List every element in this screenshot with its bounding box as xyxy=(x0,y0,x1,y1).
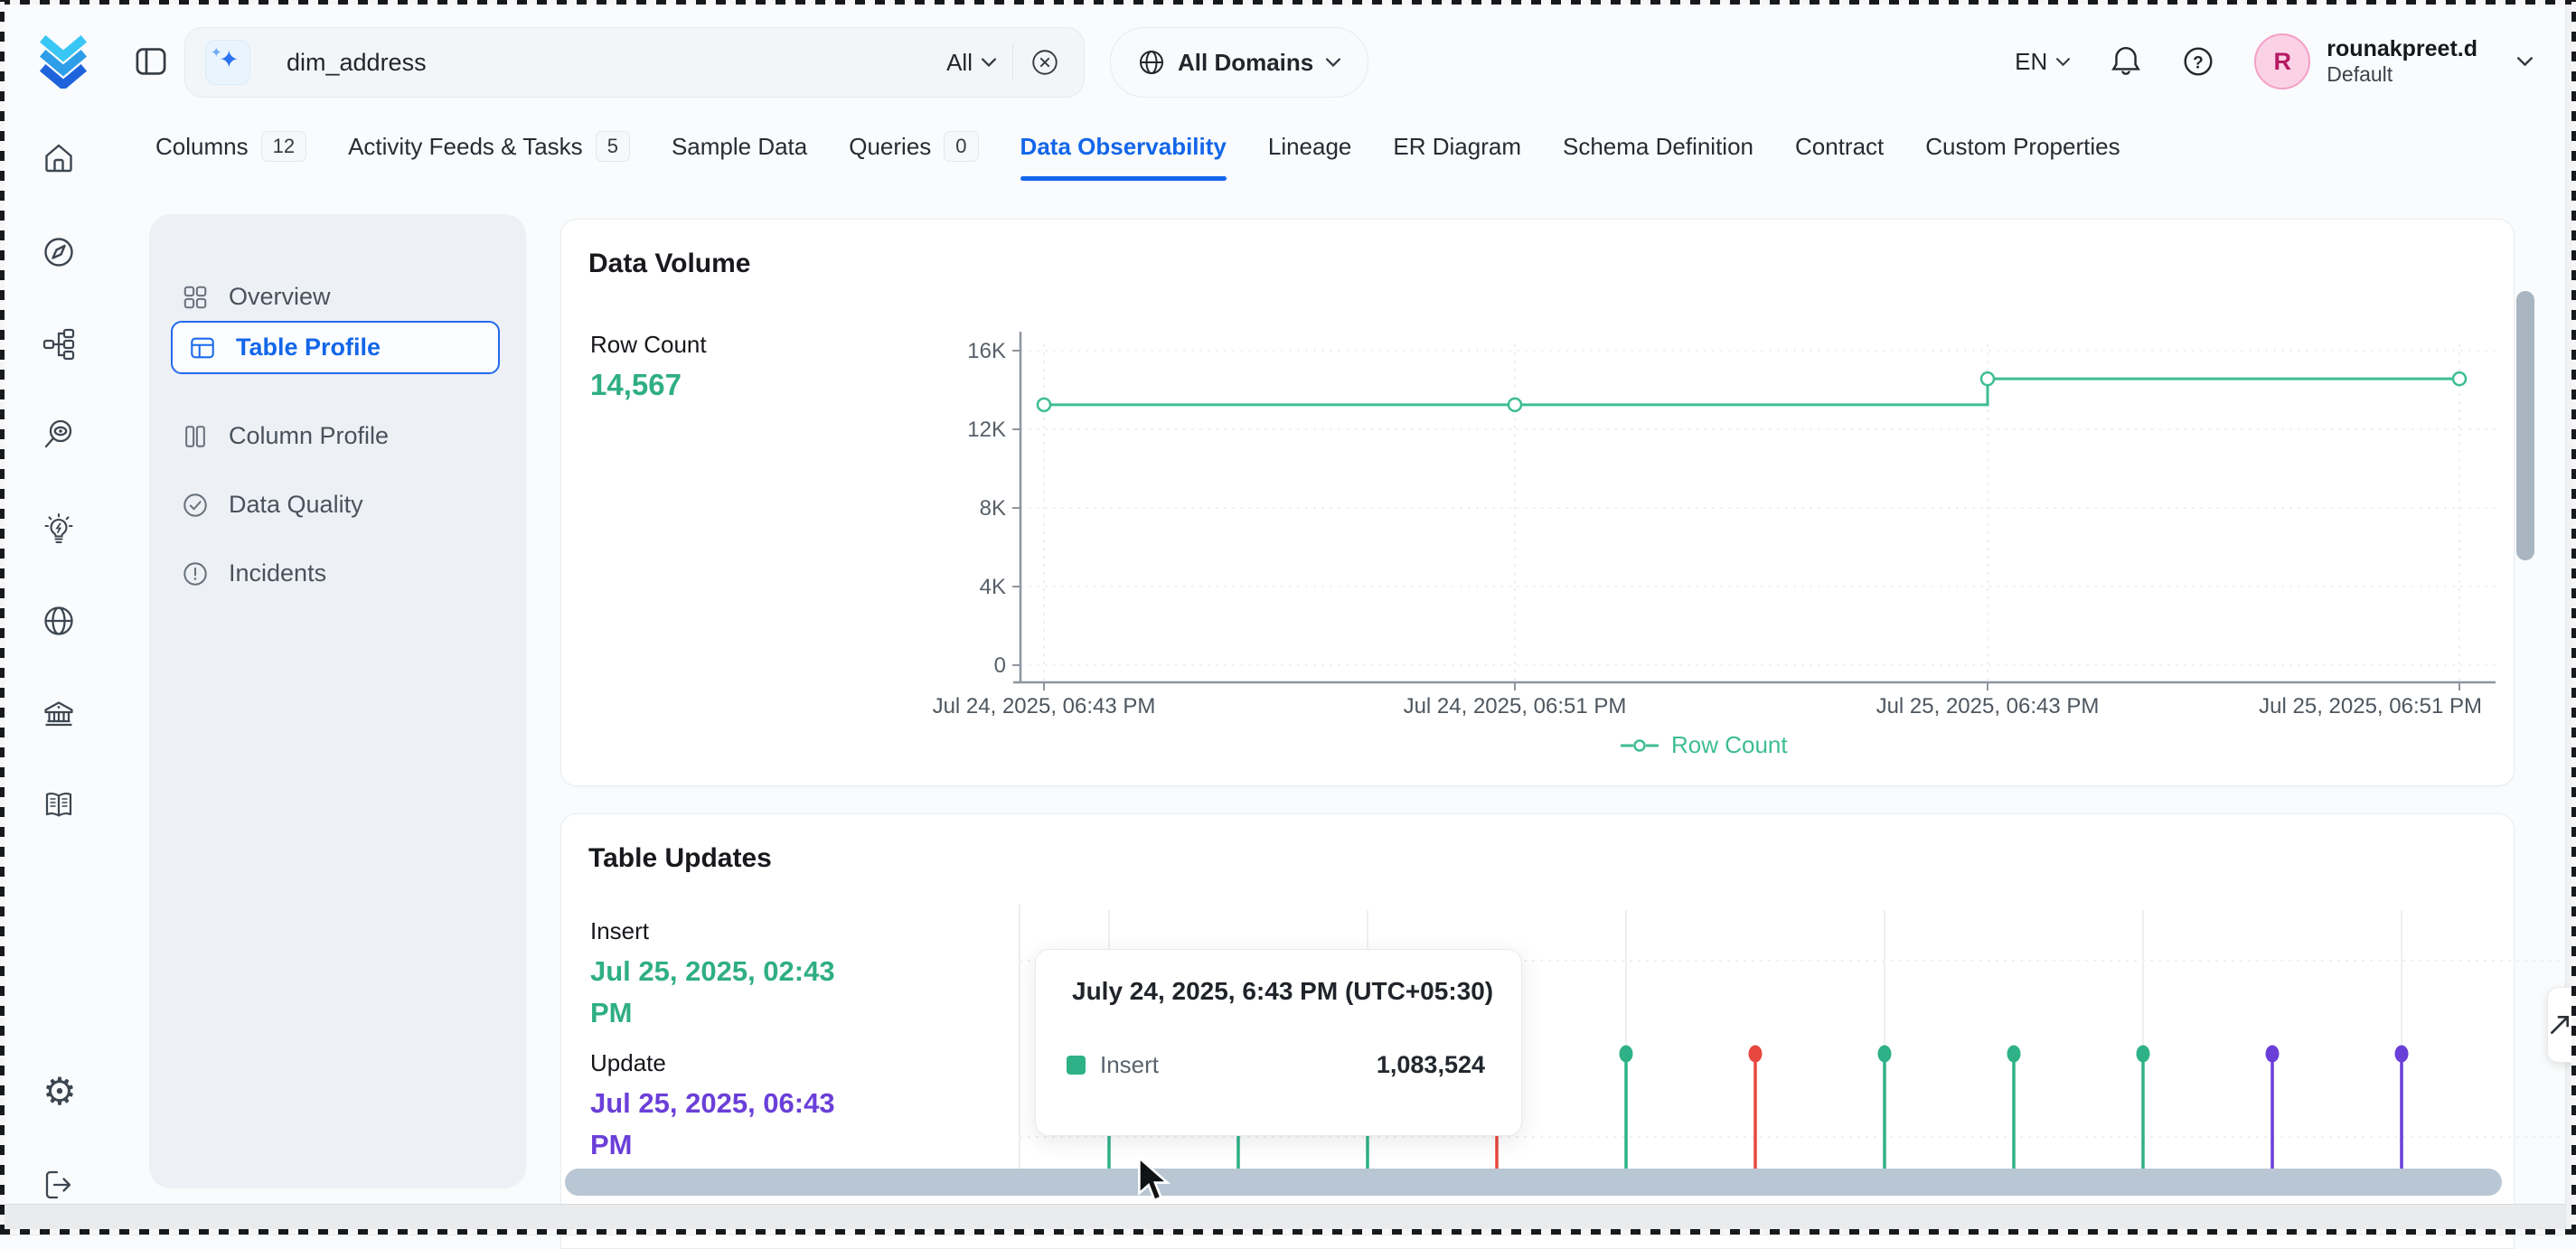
side-panel-handle[interactable] xyxy=(2547,987,2576,1063)
data-volume-title: Data Volume xyxy=(588,249,751,279)
chevron-down-icon xyxy=(2056,58,2070,66)
user-team: Default xyxy=(2327,62,2477,88)
table-updates-title: Table Updates xyxy=(588,843,772,874)
rail-lineage-icon[interactable] xyxy=(42,327,78,363)
rail-domains-icon[interactable] xyxy=(42,604,78,640)
tab-lineage[interactable]: Lineage xyxy=(1268,107,1352,186)
ai-sparkle-icon: ✦✦ xyxy=(205,40,250,85)
chevron-down-icon xyxy=(2517,57,2533,66)
insert-metric: Insert Jul 25, 2025, 02:43 PM xyxy=(590,917,835,1034)
tab-activity-feeds-tasks[interactable]: Activity Feeds & Tasks5 xyxy=(348,107,630,186)
chevron-down-icon xyxy=(982,58,996,67)
app-logo-icon[interactable] xyxy=(38,31,89,89)
rail-home-icon[interactable] xyxy=(42,141,78,177)
tooltip-series-swatch xyxy=(1067,1056,1086,1075)
rail-logout-icon[interactable] xyxy=(42,1168,78,1204)
svg-text:12K: 12K xyxy=(967,418,1006,442)
rail-settings-gear-icon[interactable]: ⚙ xyxy=(42,1074,78,1110)
expand-arrow-icon xyxy=(2548,1013,2571,1037)
rail-glossary-icon[interactable] xyxy=(42,788,78,824)
legend-line-icon xyxy=(1619,738,1660,753)
chart-tooltip: July 24, 2025, 6:43 PM (UTC+05:30) Inser… xyxy=(1035,949,1522,1136)
tab-data-observability[interactable]: Data Observability xyxy=(1020,107,1227,186)
app-header: ✦✦ dim_address All All Domains EN xyxy=(0,0,2576,107)
rail-govern-icon[interactable] xyxy=(42,698,78,734)
sidebar-item-overview[interactable]: Overview xyxy=(182,283,331,311)
svg-text:4K: 4K xyxy=(980,575,1006,599)
chevron-down-icon xyxy=(1326,58,1340,67)
tab-contract[interactable]: Contract xyxy=(1795,107,1884,186)
rail-insights-icon[interactable] xyxy=(42,512,78,548)
tab-columns[interactable]: Columns12 xyxy=(155,107,306,186)
tab-count-badge: 5 xyxy=(596,131,630,162)
svg-text:16K: 16K xyxy=(967,339,1006,363)
data-volume-card: Data Volume Row Count 14,567 0 4K 8K 12K 16K… xyxy=(560,219,2515,786)
sidebar-item-column-profile[interactable]: Column Profile xyxy=(182,422,389,450)
notifications-bell-icon[interactable] xyxy=(2110,44,2142,79)
data-volume-chart: 0 4K 8K 12K 16K Jul 24, 2025, 06:43 PM Jul 24,… xyxy=(905,317,2523,724)
sidebar-item-data-quality[interactable]: Data Quality xyxy=(182,491,363,519)
global-search-input[interactable]: ✦✦ dim_address All xyxy=(184,27,1085,98)
svg-text:Jul 24, 2025, 06:51 PM: Jul 24, 2025, 06:51 PM xyxy=(1404,694,1627,718)
panel-toggle-icon[interactable] xyxy=(134,44,168,79)
language-dropdown[interactable]: EN xyxy=(2015,48,2070,76)
tab-er-diagram[interactable]: ER Diagram xyxy=(1393,107,1521,186)
svg-text:8K: 8K xyxy=(980,496,1006,521)
tab-sample-data[interactable]: Sample Data xyxy=(672,107,807,186)
table-icon xyxy=(189,334,216,362)
profiler-sidebar: Overview Table Profile Column Profile Da… xyxy=(149,214,526,1188)
screenshot-edge xyxy=(0,0,5,1235)
row-count-value: 14,567 xyxy=(590,368,707,402)
svg-text:Jul 24, 2025, 06:43 PM: Jul 24, 2025, 06:43 PM xyxy=(933,694,1156,718)
search-value: dim_address xyxy=(287,49,427,77)
grid-icon xyxy=(182,284,209,311)
avatar: R xyxy=(2254,33,2310,89)
rail-explore-icon[interactable] xyxy=(42,235,78,271)
window-bottom-strip xyxy=(0,1204,2576,1235)
domains-dropdown[interactable]: All Domains xyxy=(1110,27,1368,98)
svg-text:0: 0 xyxy=(994,653,1006,678)
help-icon[interactable]: ? xyxy=(2182,45,2214,78)
check-circle-icon xyxy=(182,492,209,519)
globe-icon xyxy=(1138,49,1165,76)
row-count-metric: Row Count 14,567 xyxy=(590,331,707,402)
svg-text:Jul 25, 2025, 06:51 PM: Jul 25, 2025, 06:51 PM xyxy=(2259,694,2482,718)
user-menu[interactable]: R rounakpreet.d Default xyxy=(2254,33,2533,89)
tab-queries[interactable]: Queries0 xyxy=(849,107,978,186)
divider xyxy=(1012,43,1013,81)
clear-search-icon[interactable] xyxy=(1029,47,1060,78)
svg-text:?: ? xyxy=(2193,53,2204,72)
columns-icon xyxy=(182,423,209,450)
tab-count-badge: 0 xyxy=(944,131,978,162)
sidebar-item-table-profile[interactable]: Table Profile xyxy=(171,321,500,374)
vertical-scrollbar[interactable] xyxy=(2516,291,2534,560)
alert-circle-icon xyxy=(182,560,209,587)
search-scope-dropdown[interactable]: All xyxy=(946,49,996,77)
sidebar-item-incidents[interactable]: Incidents xyxy=(182,559,326,587)
horizontal-scrollbar[interactable] xyxy=(565,1169,2502,1196)
tab-custom-properties[interactable]: Custom Properties xyxy=(1925,107,2120,186)
rail-observability-icon[interactable] xyxy=(42,418,78,454)
user-name: rounakpreet.d xyxy=(2327,35,2477,62)
tab-schema-definition[interactable]: Schema Definition xyxy=(1563,107,1753,186)
entity-tabs: Columns12 Activity Feeds & Tasks5 Sample D… xyxy=(155,107,2120,186)
tooltip-series-value: 1,083,524 xyxy=(1377,1051,1485,1079)
tooltip-series-label: Insert xyxy=(1100,1051,1159,1079)
tab-count-badge: 12 xyxy=(261,131,306,162)
row-count-legend[interactable]: Row Count xyxy=(1619,731,1788,759)
svg-text:Jul 25, 2025, 06:43 PM: Jul 25, 2025, 06:43 PM xyxy=(1876,694,2100,718)
update-metric: Update Jul 25, 2025, 06:43 PM xyxy=(590,1049,835,1166)
tooltip-timestamp: July 24, 2025, 6:43 PM (UTC+05:30) xyxy=(1072,977,1493,1006)
